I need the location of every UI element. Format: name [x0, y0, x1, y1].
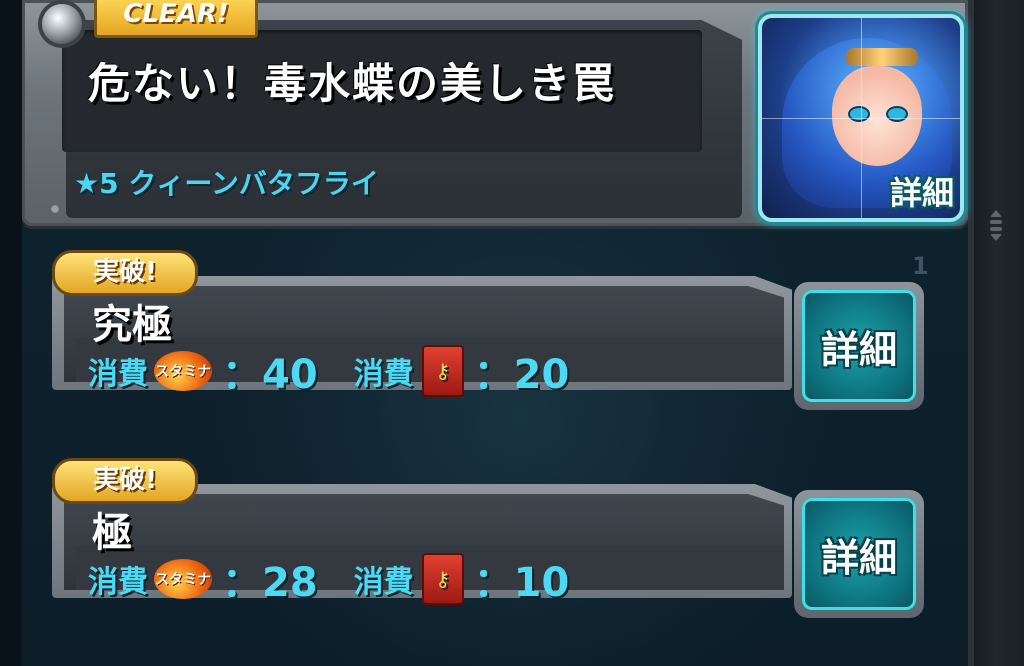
pin-icon	[42, 4, 82, 44]
detail-button-label: 詳細	[820, 535, 897, 580]
breakthrough-badge: 実破!	[52, 250, 198, 296]
book-cost: ：20	[473, 352, 570, 398]
cost-line: 消費 スタミナ ：28 消費 ⚷ ：10	[88, 550, 605, 608]
detail-button-label: 詳細	[820, 327, 897, 372]
breakthrough-badge: 実破!	[52, 458, 198, 504]
cost-line: 消費 スタミナ ：40 消費 ⚷ ：20	[88, 342, 605, 400]
scroll-handle-icon[interactable]	[988, 210, 1004, 258]
consume-label: 消費	[88, 357, 148, 392]
stamina-flame-icon: スタミナ	[154, 559, 212, 599]
left-edge	[0, 0, 22, 666]
boss-name: ★5 クィーンバタフライ	[74, 167, 379, 200]
detail-button[interactable]: 詳細	[794, 490, 924, 618]
key-book-icon: ⚷	[421, 345, 464, 397]
stamina-flame-icon: スタミナ	[154, 351, 212, 391]
portrait-eye	[886, 106, 908, 122]
stamina-cost: ：28	[222, 560, 318, 606]
key-book-icon: ⚷	[421, 553, 464, 605]
portrait-detail-label: 詳細	[889, 174, 954, 212]
difficulty-row-extreme[interactable]: 実破! 極 消費 スタミナ ：28 消費 ⚷ ：10 詳細	[52, 458, 926, 618]
clear-badge: CLEAR!	[94, 0, 258, 38]
boss-portrait-button[interactable]: 詳細	[758, 14, 964, 222]
consume-label: 消費	[88, 565, 148, 600]
quest-title: 危ない！毒水蝶の美しき罠	[88, 59, 617, 108]
difficulty-row-ultimate[interactable]: 実破! 究極 消費 スタミナ ：40 消費 ⚷ ：20 詳細	[52, 250, 926, 410]
scrollbar-track[interactable]	[968, 0, 1024, 666]
detail-button[interactable]: 詳細	[794, 282, 924, 410]
consume-label: 消費	[353, 565, 414, 600]
screw-icon	[50, 204, 60, 214]
portrait-crown	[846, 48, 918, 66]
portrait-eye	[848, 106, 870, 122]
book-cost: ：10	[473, 560, 570, 606]
consume-label: 消費	[353, 357, 414, 392]
portrait-face	[832, 66, 922, 166]
stamina-cost: ：40	[222, 352, 318, 398]
